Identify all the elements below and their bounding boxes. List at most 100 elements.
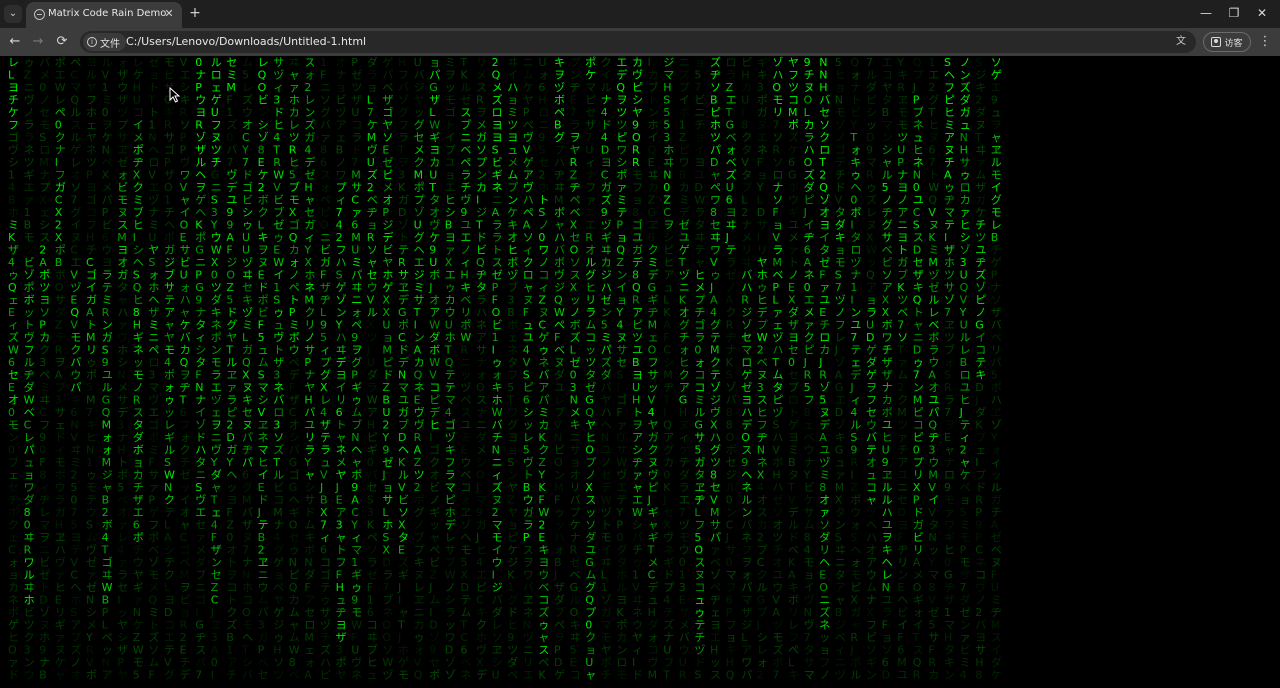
rain-glyph: ゥ	[944, 181, 955, 194]
rain-glyph: ォ	[850, 69, 861, 82]
rain-glyph: C	[726, 519, 734, 532]
rain-glyph: X	[476, 656, 484, 669]
rain-glyph: 5	[570, 644, 577, 657]
rain-glyph: ゼ	[304, 169, 315, 182]
rain-glyph: ュ	[336, 594, 347, 607]
minimize-button[interactable]: —	[1192, 4, 1220, 22]
rain-glyph: マ	[882, 119, 893, 132]
menu-button[interactable]: ⋮	[1258, 33, 1272, 51]
forward-button[interactable]: →	[29, 33, 47, 51]
rain-glyph: ヤ	[336, 669, 347, 682]
rain-glyph: ヅ	[148, 194, 159, 207]
rain-glyph: ゴ	[102, 555, 113, 569]
rain-glyph: キ	[445, 444, 456, 457]
close-window-button[interactable]: ✕	[1248, 4, 1276, 22]
rain-glyph: ヰ	[24, 581, 35, 594]
guest-profile-button[interactable]: 访客	[1203, 32, 1251, 52]
rain-glyph: ダ	[960, 93, 971, 107]
rain-glyph: P	[913, 494, 920, 507]
rain-glyph: ガ	[632, 244, 643, 257]
rain-glyph: ヨ	[86, 181, 97, 194]
rain-glyph: U	[429, 169, 437, 182]
rain-glyph: ボ	[133, 531, 144, 544]
rain-glyph: チ	[180, 456, 191, 469]
rain-glyph: ハ	[554, 156, 565, 169]
rain-glyph: デ	[819, 418, 830, 432]
rain-glyph: ス	[492, 256, 503, 269]
rain-glyph: ッ	[117, 606, 128, 619]
rain-glyph: U	[679, 656, 687, 669]
rain-glyph: グ	[585, 580, 596, 594]
rain-glyph: ョ	[819, 644, 830, 657]
rain-glyph: エ	[445, 269, 456, 282]
tab-active[interactable]: Matrix Code Rain Demo ✕	[26, 2, 182, 28]
rain-glyph: N	[117, 369, 125, 382]
rain-glyph: ル	[585, 256, 596, 269]
rain-glyph: V	[523, 356, 531, 369]
rain-glyph: 6	[788, 156, 795, 169]
site-info-chip[interactable]: i 文件	[83, 33, 126, 51]
rain-glyph: ゴ	[148, 418, 159, 432]
rain-glyph: ネ	[741, 481, 752, 494]
rain-glyph: ア	[429, 306, 440, 319]
rain-glyph: ザ	[195, 144, 206, 157]
rain-glyph: H	[960, 144, 968, 157]
rain-glyph: M	[367, 131, 377, 144]
rain-glyph: ォ	[554, 544, 565, 557]
rain-glyph: C	[601, 169, 609, 182]
restore-button[interactable]: ❐	[1220, 4, 1248, 22]
rain-glyph: プ	[570, 56, 581, 69]
reload-button[interactable]: ⟳	[53, 33, 71, 51]
rain-glyph: ビ	[242, 194, 253, 207]
rain-glyph: D	[382, 556, 390, 569]
rain-glyph: コ	[694, 581, 705, 594]
rain-glyph: Q	[258, 69, 267, 82]
rain-glyph: ヌ	[492, 494, 503, 507]
back-button[interactable]: ←	[6, 33, 24, 51]
rain-glyph: E	[8, 381, 15, 394]
rain-glyph: D	[39, 594, 47, 607]
rain-glyph: ム	[258, 356, 269, 369]
rain-glyph: マ	[741, 594, 752, 607]
rain-glyph: K	[616, 606, 624, 619]
rain-glyph: J	[647, 494, 651, 507]
rain-glyph: 4	[8, 181, 15, 194]
rain-glyph: カ	[928, 669, 939, 682]
new-tab-button[interactable]: +	[188, 5, 202, 21]
rain-glyph: テ	[164, 644, 175, 657]
rain-glyph: Q	[585, 406, 594, 419]
rain-glyph: ゼ	[601, 294, 612, 307]
rain-glyph: チ	[694, 631, 705, 644]
rain-glyph: ノ	[133, 381, 144, 394]
rain-glyph: フ	[726, 619, 737, 632]
rain-glyph: B	[507, 306, 515, 319]
rain-glyph: N	[819, 56, 827, 69]
rain-glyph: ォ	[180, 431, 191, 444]
tab-close-icon[interactable]: ✕	[162, 7, 176, 21]
tab-search-icon[interactable]: ⌄	[4, 5, 22, 23]
translate-icon[interactable]: 文	[1174, 35, 1188, 49]
rain-glyph: メ	[117, 381, 128, 394]
url-text[interactable]: C:/Users/Lenovo/Downloads/Untitled-1.htm…	[126, 35, 366, 48]
rain-glyph: ダ	[367, 56, 378, 69]
rain-glyph: ド	[242, 169, 253, 182]
rain-glyph: U	[351, 106, 359, 119]
rain-glyph: S	[663, 94, 670, 107]
rain-glyph: ヌ	[538, 306, 549, 319]
rain-glyph: ス	[741, 444, 752, 457]
rain-glyph: C	[70, 69, 78, 82]
rain-glyph: リ	[788, 606, 799, 619]
rain-glyph: ワ	[180, 169, 191, 182]
rain-glyph: ァ	[975, 156, 986, 169]
rain-glyph: ビ	[476, 244, 487, 257]
rain-glyph: 7	[944, 406, 951, 419]
rain-glyph: ュ	[694, 594, 705, 607]
rain-glyph: フ	[788, 631, 799, 644]
rain-glyph: ヒ	[585, 281, 596, 294]
rain-glyph: ヲ	[944, 419, 955, 432]
address-bar[interactable]: i 文件 C:/Users/Lenovo/Downloads/Untitled-…	[80, 31, 1196, 53]
rain-glyph: ン	[102, 319, 113, 332]
rain-glyph: ザ	[320, 281, 331, 294]
rain-glyph: R	[632, 156, 640, 169]
rain-glyph: プ	[757, 544, 768, 557]
